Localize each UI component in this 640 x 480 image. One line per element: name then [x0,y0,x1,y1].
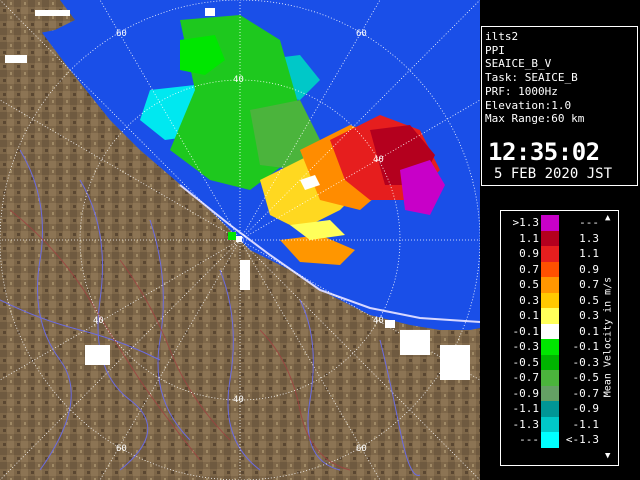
legend-row: -1.3 -1.1 [501,416,601,432]
legend-upper-bound: 0.7 [579,278,599,291]
legend-color-swatch [541,401,559,417]
legend-row: -0.7 -0.5 [501,370,601,386]
legend-upper-bound: -0.5 [572,371,600,384]
legend-color-swatch [541,230,559,246]
legend-row: 1.1 1.3 [501,230,601,246]
legend-color-swatch [541,323,559,339]
legend-color-swatch [541,308,559,324]
legend-lower-bound: 0.3 [519,293,539,307]
legend-upper-bound: -0.7 [572,386,600,400]
task-name: Task: SEAICE_B [485,71,578,85]
site-name: ilts2 [485,30,519,43]
range-label: 40 [233,75,244,85]
prf-value: PRF: 1000Hz [485,84,558,98]
max-range-value: Max Range:60 km [485,112,585,126]
legend-upper-bound: --- [579,216,599,229]
legend-lower-bound: --- [519,433,539,446]
legend-color-swatch [541,246,559,262]
legend-row: -0.9 -0.7 [501,385,601,401]
legend-color-swatch [541,261,559,277]
legend-color-swatch [541,432,559,448]
legend-lower-bound: -0.3 [512,340,540,353]
scan-time: 12:35:02 [488,138,600,166]
product-type: PPI [485,43,505,57]
legend-lower-bound: >1.3 [512,216,540,229]
legend-upper-bound: -0.9 [572,402,600,415]
legend-upper-bound: -1.1 [572,417,600,431]
legend-color-swatch [541,339,559,355]
legend-upper-bound: -0.3 [572,355,600,369]
legend-lower-bound: -0.5 [512,355,540,369]
range-label: 60 [116,29,127,39]
legend-color-swatch [541,416,559,432]
radar-ppi-map[interactable]: 60 40 40 40 40 60 60 40 60 [0,0,480,480]
legend-color-swatch [541,292,559,308]
legend-upper-bound: 0.5 [579,293,599,307]
legend-color-swatch [541,385,559,401]
legend-row: 0.3 0.5 [501,292,601,308]
scan-date: 5 FEB 2020 JST [494,166,613,182]
range-label: 40 [233,395,244,405]
velocity-legend: >1.3 --- 1.1 1.3 0.9 1.1 0.7 0.9 0.5 0.7 0.3 0.5 0.1… [500,210,619,466]
legend-color-swatch [541,370,559,386]
legend-row: 0.5 0.7 [501,277,601,293]
range-label: 60 [356,444,367,454]
legend-row: 0.9 1.1 [501,246,601,262]
elevation-value: Elevation:1.0 [485,98,572,112]
legend-color-swatch [541,215,559,231]
legend-lower-bound: -1.1 [512,402,540,415]
legend-lower-bound: -0.9 [512,386,540,400]
legend-lower-bound: 0.5 [519,278,539,291]
range-label: 60 [356,29,367,39]
legend-row: 0.1 0.3 [501,308,601,324]
legend-arrow-down-icon[interactable]: ▼ [605,451,610,461]
legend-lower-bound: 1.1 [519,231,539,245]
radar-map-canvas: 60 40 40 40 40 60 60 40 60 [0,0,480,480]
range-label: 40 [373,316,384,326]
legend-lower-bound: -1.3 [512,417,540,431]
range-label: 40 [373,155,384,165]
legend-upper-bound: <-1.3 [565,433,599,446]
legend-row: 0.7 0.9 [501,261,601,277]
legend-row: --- <-1.3 [501,432,601,448]
product-name: SEAICE_B_V [485,57,552,71]
legend-row: >1.3 --- [501,215,601,231]
legend-lower-bound: 0.9 [519,247,539,260]
legend-unit-label: Mean Velocity in m/s [602,276,614,398]
legend-upper-bound: 0.3 [579,309,599,322]
legend-upper-bound: -0.1 [572,340,600,353]
legend-row: -0.1 0.1 [501,323,601,339]
range-label: 40 [93,316,104,326]
legend-arrow-up-icon[interactable]: ▲ [605,213,610,223]
legend-row: -1.1 -0.9 [501,401,601,417]
legend-lower-bound: 0.1 [519,309,539,322]
legend-color-swatch [541,354,559,370]
legend-upper-bound: 1.3 [579,231,599,245]
legend-row: -0.3 -0.1 [501,339,601,355]
legend-upper-bound: 0.1 [579,324,599,338]
range-label: 60 [116,444,127,454]
legend-upper-bound: 1.1 [579,247,599,260]
info-panel: ilts2 PPI SEAICE_B_V Task: SEAICE_B PRF:… [481,26,638,186]
legend-lower-bound: -0.1 [512,324,540,338]
legend-upper-bound: 0.9 [579,262,599,276]
legend-row: -0.5 -0.3 [501,354,601,370]
legend-lower-bound: -0.7 [512,371,540,384]
legend-color-swatch [541,277,559,293]
legend-lower-bound: 0.7 [519,262,539,276]
